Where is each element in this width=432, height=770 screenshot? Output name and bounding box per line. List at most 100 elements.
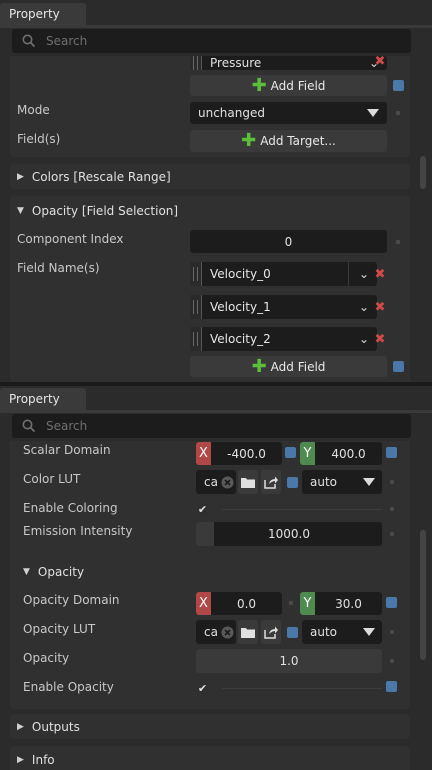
tab-property-top[interactable]: Property [0,3,86,25]
field-row-velocity-1[interactable]: Velocity_1 ⌄ [190,295,377,319]
opacity-slider[interactable]: 1.0 [196,649,382,673]
scrollbar-top[interactable] [420,156,426,189]
opacity-subheader-label: Opacity [37,565,85,579]
pressure-field-row[interactable]: Pressure ⌄ [190,56,387,70]
search-icon [22,419,36,433]
opacity-y-field[interactable]: 30.0 [315,592,382,615]
enable-coloring-dot[interactable] [390,507,394,511]
open-external-icon[interactable] [261,620,281,644]
add-field-button[interactable]: ✚ Add Field [190,75,387,96]
color-lut-label: Color LUT [23,472,81,486]
opacity-field-header[interactable]: ▼ Opacity [Field Selection] [17,198,178,223]
opacity-lut-field[interactable]: ca [196,620,236,644]
scalar-y-field[interactable]: 400.0 [315,442,382,465]
opacity-lut-mode-dropdown[interactable]: auto [302,620,382,644]
opacity-value: 1.0 [279,654,299,668]
opacity-lut-toggle[interactable] [287,627,298,638]
component-index-value: 0 [284,234,293,249]
color-lut-mode-value: auto [310,475,338,489]
opacity-lut-mode-dot[interactable] [390,630,394,634]
search-icon [22,34,36,48]
colors-header[interactable]: ▶ Colors [Rescale Range] [17,164,171,189]
component-index-dot[interactable] [396,240,400,244]
drag-handle[interactable] [190,327,202,351]
folder-icon[interactable] [238,620,258,644]
emission-dot[interactable] [390,532,394,536]
y-tag: Y [300,592,315,615]
override-toggle[interactable] [393,80,404,91]
opacity-subheader[interactable]: ▼ Opacity [23,560,84,584]
chevron-down-icon[interactable]: ⌄ [359,332,369,346]
drag-handle[interactable] [190,56,202,70]
folder-icon[interactable] [238,470,258,494]
field-row-velocity-2[interactable]: Velocity_2 ⌄ [190,327,377,351]
plus-icon: ✚ [251,74,267,96]
outputs-header[interactable]: ▶ Outputs [17,714,80,739]
enable-coloring-checkbox[interactable]: ✔ [196,503,209,516]
remove-field-icon[interactable]: ✖ [373,266,387,282]
search-input[interactable]: Search [12,414,411,438]
remove-field-icon[interactable]: ✖ [373,52,387,70]
mode-dot[interactable] [396,111,400,115]
emission-intensity-label: Emission Intensity [23,524,133,538]
chevron-down-icon[interactable]: ⌄ [359,300,369,314]
override-toggle[interactable] [393,361,404,372]
opacity-field-header-label: Opacity [Field Selection] [31,203,179,218]
dropdown-arrow-icon [363,628,375,636]
y-tag: Y [300,442,315,465]
field-name: Velocity_0 [210,267,271,281]
tab-underline [0,25,432,28]
scalar-y-toggle[interactable] [386,447,397,458]
color-lut-value: ca [204,475,218,489]
info-section[interactable] [10,746,410,770]
info-header[interactable]: ▶ Info [17,748,55,770]
emission-intensity-slider[interactable]: 1000.0 [196,522,382,546]
tab-label: Property [9,7,60,21]
mode-dropdown[interactable]: unchanged [190,102,387,124]
drag-handle[interactable] [190,295,202,319]
scalar-x-toggle[interactable] [285,447,296,458]
scalar-x-value: -400.0 [227,446,266,461]
component-index-field[interactable]: 0 [190,230,387,253]
clear-icon[interactable] [221,626,234,639]
add-target-label: Add Target... [260,134,336,148]
tab-property-bottom[interactable]: Property [0,388,86,410]
expand-right-icon: ▶ [17,171,24,182]
field-name: Velocity_2 [210,332,271,346]
divider [348,262,349,286]
opacity-dot[interactable] [390,659,394,663]
component-index-label: Component Index [17,232,124,246]
opacity-x-dot[interactable] [289,601,293,605]
enable-opacity-toggle[interactable] [386,681,397,692]
clear-icon[interactable] [221,476,234,489]
scrollbar-bottom[interactable] [420,530,426,660]
field-name: Velocity_1 [210,300,271,314]
color-lut-field[interactable]: ca [196,470,236,494]
colors-header-label: Colors [Rescale Range] [31,169,171,184]
color-lut-mode-dropdown[interactable]: auto [302,470,382,494]
collapse-down-icon: ▼ [17,205,24,216]
drag-handle[interactable] [190,262,202,286]
emission-intensity-value: 1000.0 [268,527,310,541]
remove-field-icon[interactable]: ✖ [373,299,387,315]
open-external-icon[interactable] [261,470,281,494]
plus-icon: ✚ [241,130,257,151]
add-target-button[interactable]: ✚ Add Target... [190,130,387,152]
opacity-lut-mode-value: auto [310,625,338,639]
dropdown-arrow-icon [363,478,375,486]
opacity-y-toggle[interactable] [386,597,397,608]
color-lut-toggle[interactable] [287,477,298,488]
search-input[interactable]: Search [12,29,411,53]
color-lut-mode-dot[interactable] [390,480,394,484]
remove-field-icon[interactable]: ✖ [373,331,387,347]
enable-opacity-checkbox[interactable]: ✔ [196,682,209,695]
chevron-down-icon[interactable]: ⌄ [359,267,369,281]
expand-right-icon: ▶ [17,755,24,765]
add-field-label: Add Field [270,78,326,93]
divider [222,509,382,510]
opacity-x-value: 0.0 [236,596,257,611]
opacity-x-field[interactable]: 0.0 [211,592,282,615]
scalar-x-field[interactable]: -400.0 [211,442,282,465]
x-tag: X [196,592,211,615]
add-field-button-2[interactable]: ✚ Add Field [190,356,387,377]
